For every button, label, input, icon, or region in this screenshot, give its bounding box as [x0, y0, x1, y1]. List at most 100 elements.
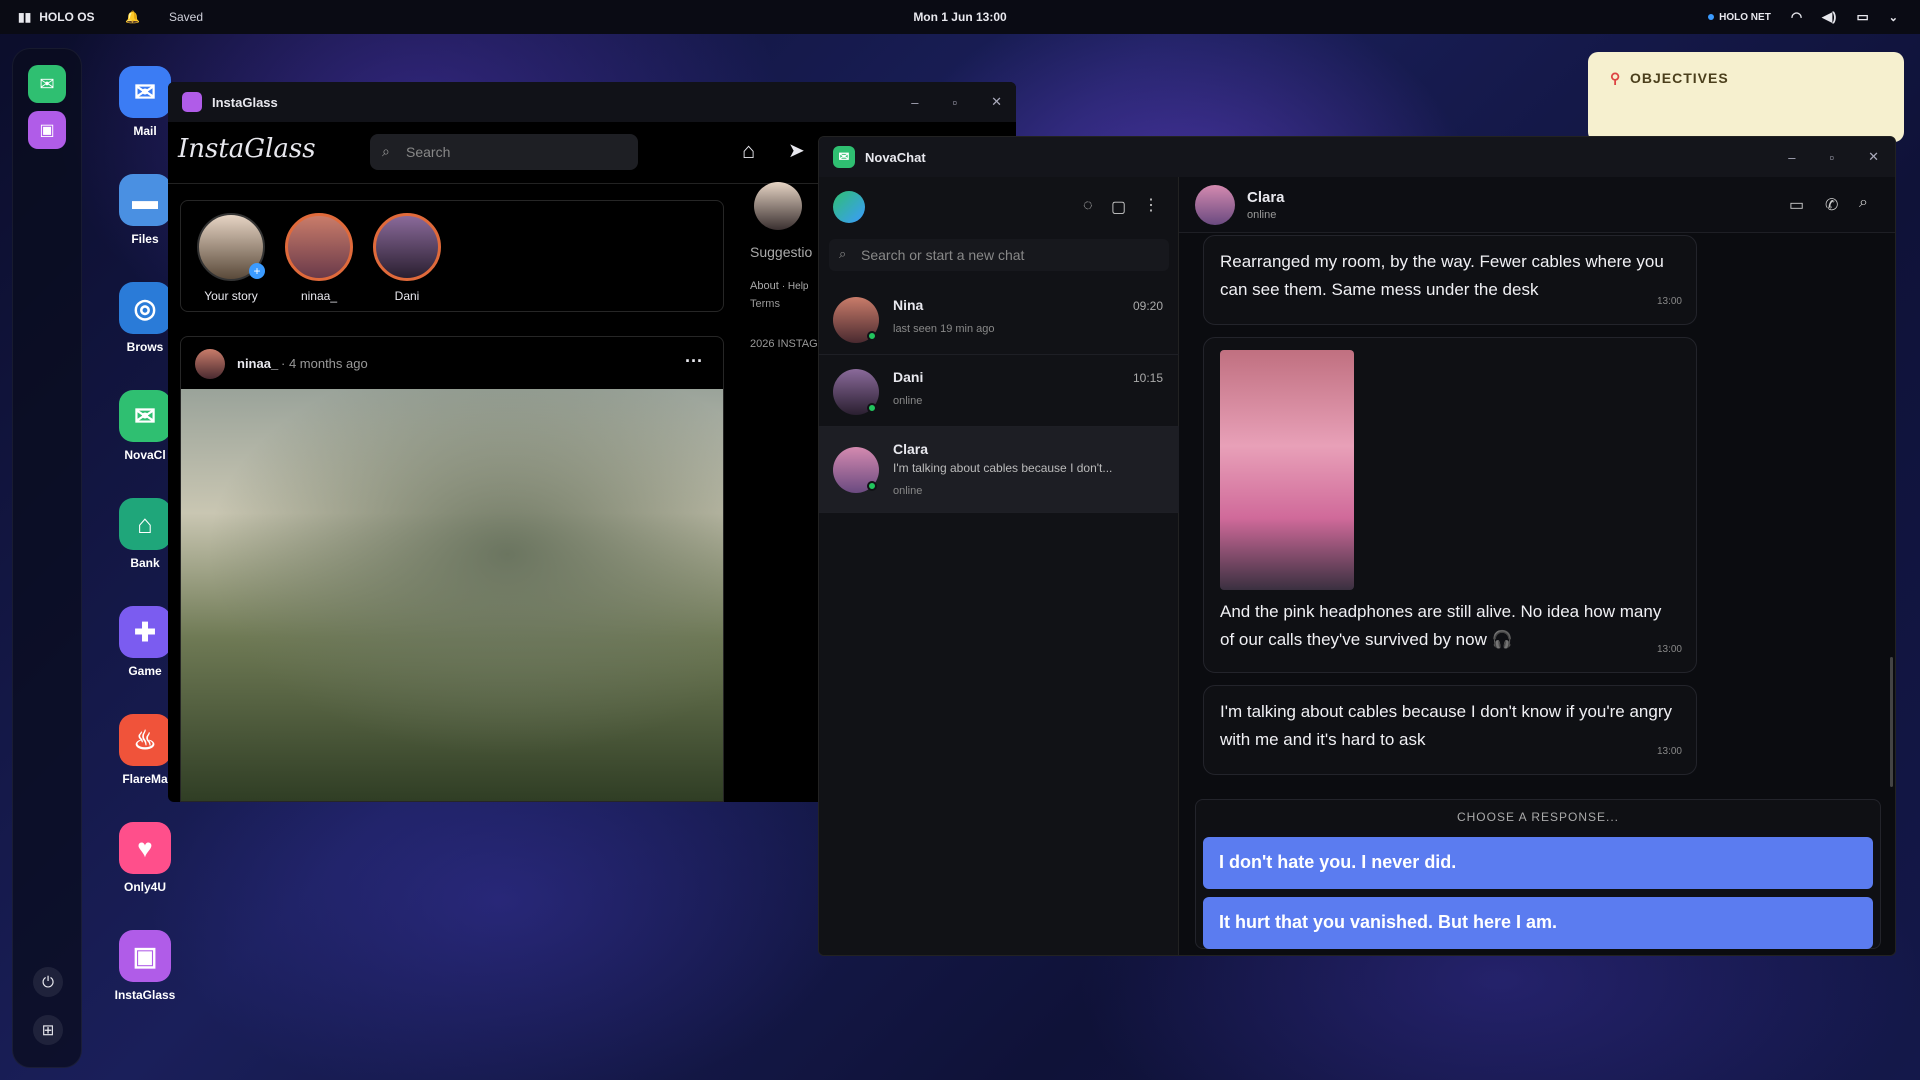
objectives-title: OBJECTIVES [1630, 70, 1729, 86]
objectives-panel[interactable]: ⚲ OBJECTIVES [1588, 52, 1904, 142]
minimize-button[interactable]: – [911, 95, 918, 110]
feed-post: ninaa_ · 4 months ago ··· [180, 336, 724, 802]
status-icon[interactable]: ◌ [1083, 197, 1093, 215]
message-bubble: And the pink headphones are still alive.… [1203, 337, 1697, 673]
maximize-button[interactable]: ▫ [1829, 150, 1834, 165]
volume-icon[interactable]: ◀) [1822, 9, 1836, 25]
message-bubble: Rearranged my room, by the way. Fewer ca… [1203, 235, 1697, 325]
story-dani[interactable]: Dani [371, 213, 443, 303]
phone-icon[interactable]: ✆ [1825, 195, 1838, 215]
chat-search-input[interactable]: ⌕ Search or start a new chat [829, 239, 1169, 271]
novachat-window: ✉ NovaChat – ▫ ✕ ◌ ▢ ⋮ ⌕ Search or start… [818, 136, 1896, 956]
avatar: + [197, 213, 265, 281]
suggestions-sidebar: Suggestio About · Help Terms 2026 INSTAG [750, 182, 818, 350]
novachat-titlebar[interactable]: ✉ NovaChat [819, 137, 1895, 177]
window-title: NovaChat [865, 149, 926, 165]
app-icon: ⌂ [119, 498, 171, 550]
os-name: HOLO OS [39, 10, 95, 24]
story-ninaa[interactable]: ninaa_ [283, 213, 355, 303]
message-text: I'm talking about cables because I don't… [1220, 702, 1672, 749]
message-bubble: I'm talking about cables because I don't… [1203, 685, 1697, 775]
chat-preview: I'm talking about cables because I don't… [893, 461, 1113, 475]
more-options-icon[interactable]: ··· [685, 351, 703, 372]
post-time: · 4 months ago [281, 356, 368, 371]
network-indicator[interactable]: HOLO NET [1708, 12, 1771, 23]
contact-name[interactable]: Clara [1247, 189, 1285, 206]
save-status: Saved [169, 10, 204, 24]
chat-name: Dani [893, 369, 924, 385]
dock-novachat[interactable]: ✉ [28, 65, 66, 103]
chat-time: 09:20 [1132, 299, 1163, 313]
chat-item-nina[interactable]: Nina 09:20 last seen 19 min ago [819, 283, 1179, 355]
home-icon[interactable]: ⌂ [742, 138, 755, 164]
video-call-icon[interactable]: ▭ [1789, 195, 1804, 215]
close-button[interactable]: ✕ [991, 94, 1002, 110]
app-grid-button[interactable]: ⊞ [33, 1015, 63, 1045]
avatar[interactable] [1195, 185, 1235, 225]
contact-status: online [1247, 209, 1277, 221]
power-button[interactable]: ⏻ [33, 967, 63, 997]
desktop-icon-label: Only4U [123, 880, 166, 894]
profile-avatar[interactable] [833, 191, 865, 223]
copyright: 2026 INSTAG [750, 338, 818, 350]
message-text: And the pink headphones are still alive.… [1220, 602, 1662, 649]
message-photo[interactable] [1220, 350, 1354, 590]
chat-icon: ✉ [39, 73, 55, 94]
chevron-down-icon[interactable]: ⌄ [1889, 11, 1898, 24]
send-icon[interactable]: ➤ [788, 138, 805, 163]
instaglass-titlebar[interactable]: InstaGlass [168, 82, 1016, 122]
wifi-icon[interactable]: ◠ [1791, 9, 1802, 25]
battery-icon[interactable]: ▭ [1856, 9, 1868, 25]
chat-list-panel: ◌ ▢ ⋮ ⌕ Search or start a new chat Nina … [819, 177, 1179, 955]
chat-item-dani[interactable]: Dani 10:15 online [819, 355, 1179, 427]
app-icon: ♥ [119, 822, 171, 874]
post-username[interactable]: ninaa_ [237, 356, 278, 371]
close-button[interactable]: ✕ [1868, 149, 1879, 165]
app-icon: ▬ [119, 174, 171, 226]
avatar[interactable] [195, 349, 225, 379]
chat-status: online [893, 395, 923, 407]
search-input[interactable]: ⌕ Search [370, 134, 638, 170]
message-time: 13:00 [1656, 746, 1682, 757]
maximize-button[interactable]: ▫ [952, 95, 957, 110]
desktop-icon-label: InstaGlass [114, 988, 176, 1002]
search-icon[interactable]: ⌕ [1859, 194, 1868, 212]
new-chat-icon[interactable]: ▢ [1111, 197, 1126, 217]
online-indicator [867, 481, 877, 491]
post-image[interactable] [181, 389, 723, 801]
app-icon: ✉ [119, 390, 171, 442]
story-your[interactable]: + Your story [195, 213, 267, 303]
dock-instaglass[interactable]: ▣ [28, 111, 66, 149]
app-icon: ✚ [119, 606, 171, 658]
minimize-button[interactable]: – [1788, 150, 1795, 165]
desktop-icon-instaglass[interactable]: ▣ InstaGlass [112, 930, 178, 1002]
search-icon: ⌕ [382, 143, 390, 159]
chat-status: online [893, 485, 923, 497]
novachat-app-icon: ✉ [833, 146, 855, 168]
suggestions-heading: Suggestio [750, 244, 813, 260]
image-icon: ▣ [39, 122, 55, 139]
chat-item-clara[interactable]: Clara I'm talking about cables because I… [819, 427, 1179, 513]
desktop-icon-only4u[interactable]: ♥ Only4U [112, 822, 178, 894]
instaglass-logo[interactable]: InstaGlass [178, 134, 316, 164]
stories-bar: + Your story ninaa_ Dani [180, 200, 724, 312]
clock: Mon 1 Jun 13:00 [913, 10, 1007, 24]
response-choice-1[interactable]: I don't hate you. I never did. [1203, 837, 1873, 889]
app-icon: ▣ [119, 930, 171, 982]
bell-icon[interactable]: 🔔 [125, 10, 140, 24]
terms-link[interactable]: Terms [750, 298, 818, 310]
conversation-header: Clara online ▭ ✆ ⌕ [1179, 177, 1895, 233]
os-logo-icon: ▮▮ [18, 10, 32, 24]
help-link[interactable]: · Help [782, 281, 809, 292]
scrollbar[interactable] [1890, 657, 1893, 787]
about-link[interactable]: About [750, 280, 779, 292]
menu-icon[interactable]: ⋮ [1143, 195, 1159, 215]
instaglass-app-icon [182, 92, 202, 112]
pin-icon: ⚲ [1610, 70, 1622, 86]
window-title: InstaGlass [212, 94, 278, 110]
story-label: Your story [204, 289, 258, 303]
response-choice-2[interactable]: It hurt that you vanished. But here I am… [1203, 897, 1873, 949]
avatar[interactable] [754, 182, 802, 230]
os-menu[interactable]: ▮▮ HOLO OS [18, 10, 95, 24]
chat-time: 10:15 [1132, 371, 1163, 385]
